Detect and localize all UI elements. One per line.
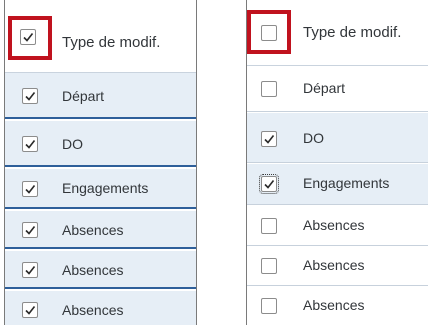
row-label: Absences [303, 257, 365, 273]
row-label: Départ [303, 80, 346, 96]
row-checkbox[interactable] [261, 131, 277, 147]
right-table: Type de modif. Départ DO Engagements Abs… [246, 0, 428, 325]
row-checkbox[interactable] [22, 88, 38, 104]
table-row[interactable]: Engagements [5, 169, 196, 209]
table-row[interactable]: DO [5, 121, 196, 167]
check-icon [23, 33, 34, 42]
row-checkbox[interactable] [261, 258, 277, 274]
row-checkbox[interactable] [22, 302, 38, 318]
row-label: Absences [303, 297, 365, 313]
check-icon [264, 180, 275, 189]
select-all-checkbox[interactable] [261, 25, 277, 41]
table-row[interactable]: Absences [247, 206, 428, 246]
check-icon [25, 185, 36, 194]
check-icon [25, 226, 36, 235]
row-checkbox[interactable] [261, 218, 277, 234]
row-checkbox[interactable] [259, 174, 279, 194]
column-header-label: Type de modif. [62, 34, 161, 51]
row-label: Absences [62, 222, 124, 238]
row-checkbox[interactable] [22, 136, 38, 152]
table-row[interactable]: Absences [247, 287, 428, 325]
check-icon [25, 266, 36, 275]
row-label: DO [303, 130, 324, 146]
check-icon [25, 306, 36, 315]
check-icon [25, 140, 36, 149]
table-row[interactable]: Absences [5, 211, 196, 249]
row-label: Engagements [303, 175, 390, 191]
check-icon [25, 92, 36, 101]
row-label: Absences [62, 262, 124, 278]
select-all-checkbox[interactable] [20, 29, 36, 45]
left-table: Type de modif. Départ DO Engagements Abs… [4, 0, 197, 325]
row-label: Absences [62, 302, 124, 318]
table-header: Type de modif. [5, 0, 196, 73]
table-row[interactable]: Engagements [247, 164, 428, 205]
row-checkbox[interactable] [261, 81, 277, 97]
row-label: DO [62, 136, 83, 152]
table-row[interactable]: Absences [5, 291, 196, 325]
table-row[interactable]: Absences [5, 251, 196, 289]
row-checkbox[interactable] [22, 181, 38, 197]
table-row[interactable]: Départ [247, 66, 428, 112]
table-header: Type de modif. [247, 0, 428, 66]
row-checkbox[interactable] [22, 222, 38, 238]
row-checkbox[interactable] [22, 262, 38, 278]
table-row[interactable]: Absences [247, 247, 428, 286]
row-checkbox[interactable] [261, 298, 277, 314]
row-label: Départ [62, 88, 105, 104]
column-header-label: Type de modif. [303, 24, 402, 41]
row-label: Engagements [62, 180, 149, 196]
check-icon [264, 135, 275, 144]
row-label: Absences [303, 217, 365, 233]
table-row[interactable]: DO [247, 113, 428, 163]
table-row[interactable]: Départ [5, 73, 196, 119]
